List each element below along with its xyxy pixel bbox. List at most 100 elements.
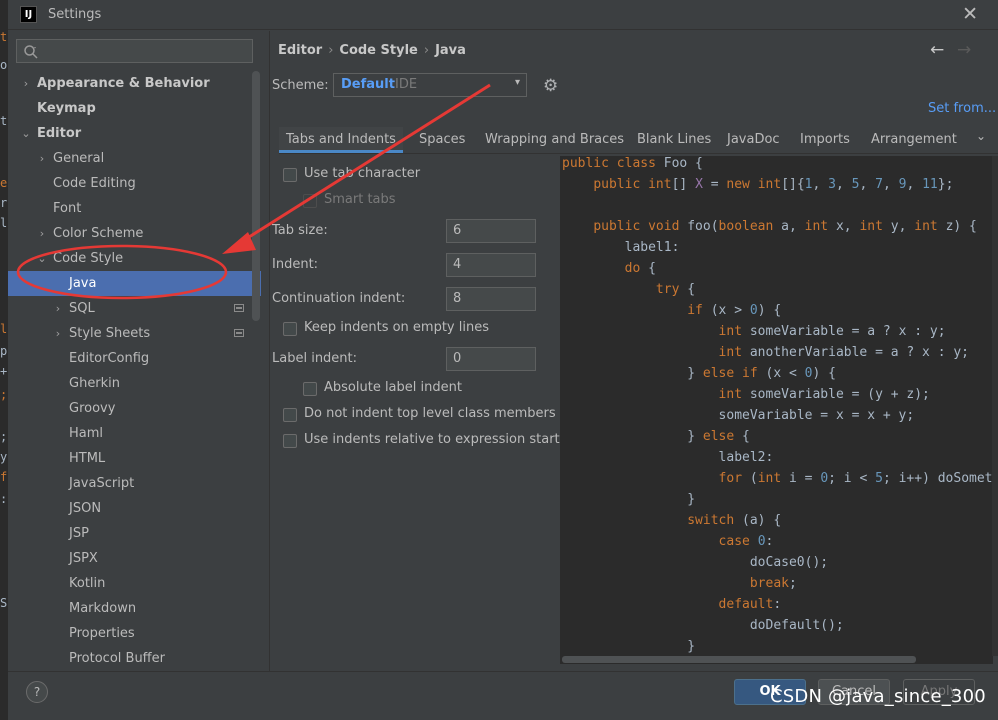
chevron-right-icon[interactable]: ›	[36, 221, 48, 246]
code-token: int	[718, 387, 750, 402]
code-line: label1:	[562, 237, 680, 258]
background-char: S	[0, 596, 8, 610]
sidebar-item-label: Code Editing	[53, 176, 136, 191]
gear-icon[interactable]: ⚙	[543, 76, 558, 96]
tab-spaces[interactable]: Spaces	[419, 127, 465, 153]
sidebar-item-gherkin[interactable]: Gherkin	[8, 371, 261, 396]
chevron-down-icon[interactable]: ⌄	[20, 121, 32, 146]
sidebar-item-jsp[interactable]: JSP	[8, 521, 261, 546]
sidebar-item-kotlin[interactable]: Kotlin	[8, 571, 261, 596]
sidebar-item-properties[interactable]: Properties	[8, 621, 261, 646]
tab-tabs-and-indents[interactable]: Tabs and Indents	[279, 127, 403, 153]
code-token: {	[687, 282, 696, 297]
sidebar-item-label: Appearance & Behavior	[37, 76, 210, 91]
sidebar-item-html[interactable]: HTML	[8, 446, 261, 471]
code-token: 3	[828, 177, 836, 192]
tabs-more-chevron-icon[interactable]: ⌄	[976, 129, 986, 143]
sidebar-item-sql[interactable]: › SQL	[8, 296, 261, 321]
sidebar-item-protocol-buffer[interactable]: Protocol Buffer	[8, 646, 261, 671]
code-preview[interactable]: public class Foo { public int[] X = new …	[560, 156, 993, 664]
code-line: public void foo(boolean a, int x, int y,…	[562, 216, 977, 237]
sidebar-item-java[interactable]: Java	[8, 271, 261, 296]
continuation-indent-label: Continuation indent:	[272, 291, 406, 306]
chevron-down-icon[interactable]: ⌄	[36, 246, 48, 271]
sidebar-item-markdown[interactable]: Markdown	[8, 596, 261, 621]
code-preview-vscrollbar[interactable]	[992, 156, 998, 656]
chevron-right-icon[interactable]: ›	[20, 71, 32, 96]
label-indent-label: Label indent:	[272, 351, 358, 366]
code-token: []{	[781, 177, 805, 192]
sidebar-item-font[interactable]: Font	[8, 196, 261, 221]
code-token: 0	[820, 471, 829, 486]
breadcrumb-separator: ›	[423, 43, 430, 58]
sidebar-item-label: Style Sheets	[69, 326, 151, 341]
code-token: ) {	[757, 303, 782, 318]
project-scope-icon	[234, 304, 244, 312]
sidebar-item-style-sheets[interactable]: › Style Sheets	[8, 321, 261, 346]
tab-arrangement[interactable]: Arrangement	[871, 127, 957, 153]
sidebar-item-jspx[interactable]: JSPX	[8, 546, 261, 571]
sidebar-item-haml[interactable]: Haml	[8, 421, 261, 446]
code-line: int anotherVariable = a ? x : y;	[562, 342, 969, 363]
background-char: t	[0, 114, 8, 128]
settings-dialog: IJ Settings ✕ › Appearance & Behavior Keym…	[8, 0, 998, 720]
close-icon[interactable]: ✕	[962, 3, 978, 25]
breadcrumb-code-style: Code Style	[339, 43, 418, 58]
chevron-right-icon[interactable]: ›	[36, 146, 48, 171]
settings-search-input[interactable]	[16, 39, 253, 63]
sidebar-item-color-scheme[interactable]: › Color Scheme	[8, 221, 261, 246]
code-preview-hscrollbar[interactable]	[562, 656, 916, 663]
sidebar-item-groovy[interactable]: Groovy	[8, 396, 261, 421]
code-line: try {	[562, 279, 695, 300]
sidebar-item-code-style[interactable]: ⌄ Code Style	[8, 246, 261, 271]
sidebar-item-general[interactable]: › General	[8, 146, 261, 171]
tab-size-field[interactable]: 6	[446, 219, 536, 243]
sidebar-item-json[interactable]: JSON	[8, 496, 261, 521]
label-indent-field[interactable]: 0	[446, 347, 536, 371]
code-token: ,	[906, 177, 923, 192]
background-char: e	[0, 176, 8, 190]
sidebar-item-keymap[interactable]: Keymap	[8, 96, 261, 121]
code-token: public class	[562, 156, 664, 171]
tab-imports[interactable]: Imports	[800, 127, 850, 153]
background-char: t	[0, 30, 8, 44]
chevron-right-icon[interactable]: ›	[52, 296, 64, 321]
code-token: someVariable = a ? x : y;	[749, 324, 946, 339]
scheme-dropdown[interactable]: Default IDE ▾	[333, 73, 527, 97]
settings-sidebar: › Appearance & Behavior Keymap ⌄ Editor › Gene…	[8, 31, 270, 671]
sidebar-item-editor[interactable]: ⌄ Editor	[8, 121, 261, 146]
tab-javadoc[interactable]: JavaDoc	[727, 127, 780, 153]
code-token: ) {	[812, 366, 836, 381]
tab-wrapping-and-braces[interactable]: Wrapping and Braces	[485, 127, 624, 153]
code-token: foo(	[687, 219, 719, 234]
background-char: y	[0, 450, 8, 464]
tab-blank-lines[interactable]: Blank Lines	[637, 127, 711, 153]
sidebar-item-javascript[interactable]: JavaScript	[8, 471, 261, 496]
continuation-indent-field[interactable]: 8	[446, 287, 536, 311]
checkbox-box	[303, 194, 317, 208]
code-token: a,	[781, 219, 805, 234]
search-icon	[24, 45, 38, 59]
code-token: case	[718, 534, 758, 549]
sidebar-item-appearance-behavior[interactable]: › Appearance & Behavior	[8, 71, 261, 96]
chevron-right-icon[interactable]: ›	[52, 321, 64, 346]
sidebar-item-editorconfig[interactable]: EditorConfig	[8, 346, 261, 371]
code-token: y,	[890, 219, 915, 234]
back-arrow-icon[interactable]: ←	[930, 40, 944, 60]
sidebar-scrollbar[interactable]	[252, 71, 260, 321]
code-token: :	[773, 597, 782, 612]
indent-value: 4	[453, 257, 462, 272]
help-icon[interactable]: ?	[26, 681, 48, 703]
sidebar-item-code-editing[interactable]: Code Editing	[8, 171, 261, 196]
code-token: (x >	[710, 303, 750, 318]
indent-field[interactable]: 4	[446, 253, 536, 277]
set-from-link[interactable]: Set from...	[928, 101, 996, 116]
code-token: int	[718, 324, 750, 339]
